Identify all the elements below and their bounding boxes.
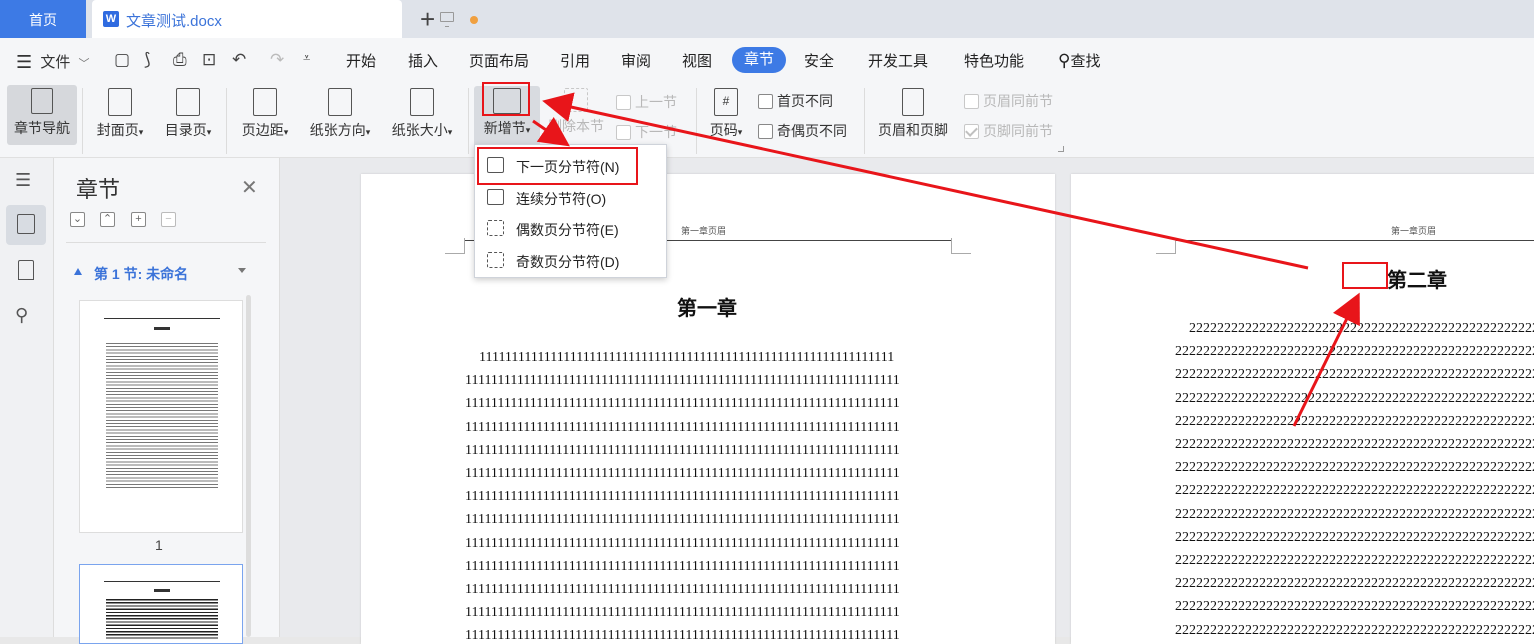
annotation-arrows — [532, 92, 1360, 427]
